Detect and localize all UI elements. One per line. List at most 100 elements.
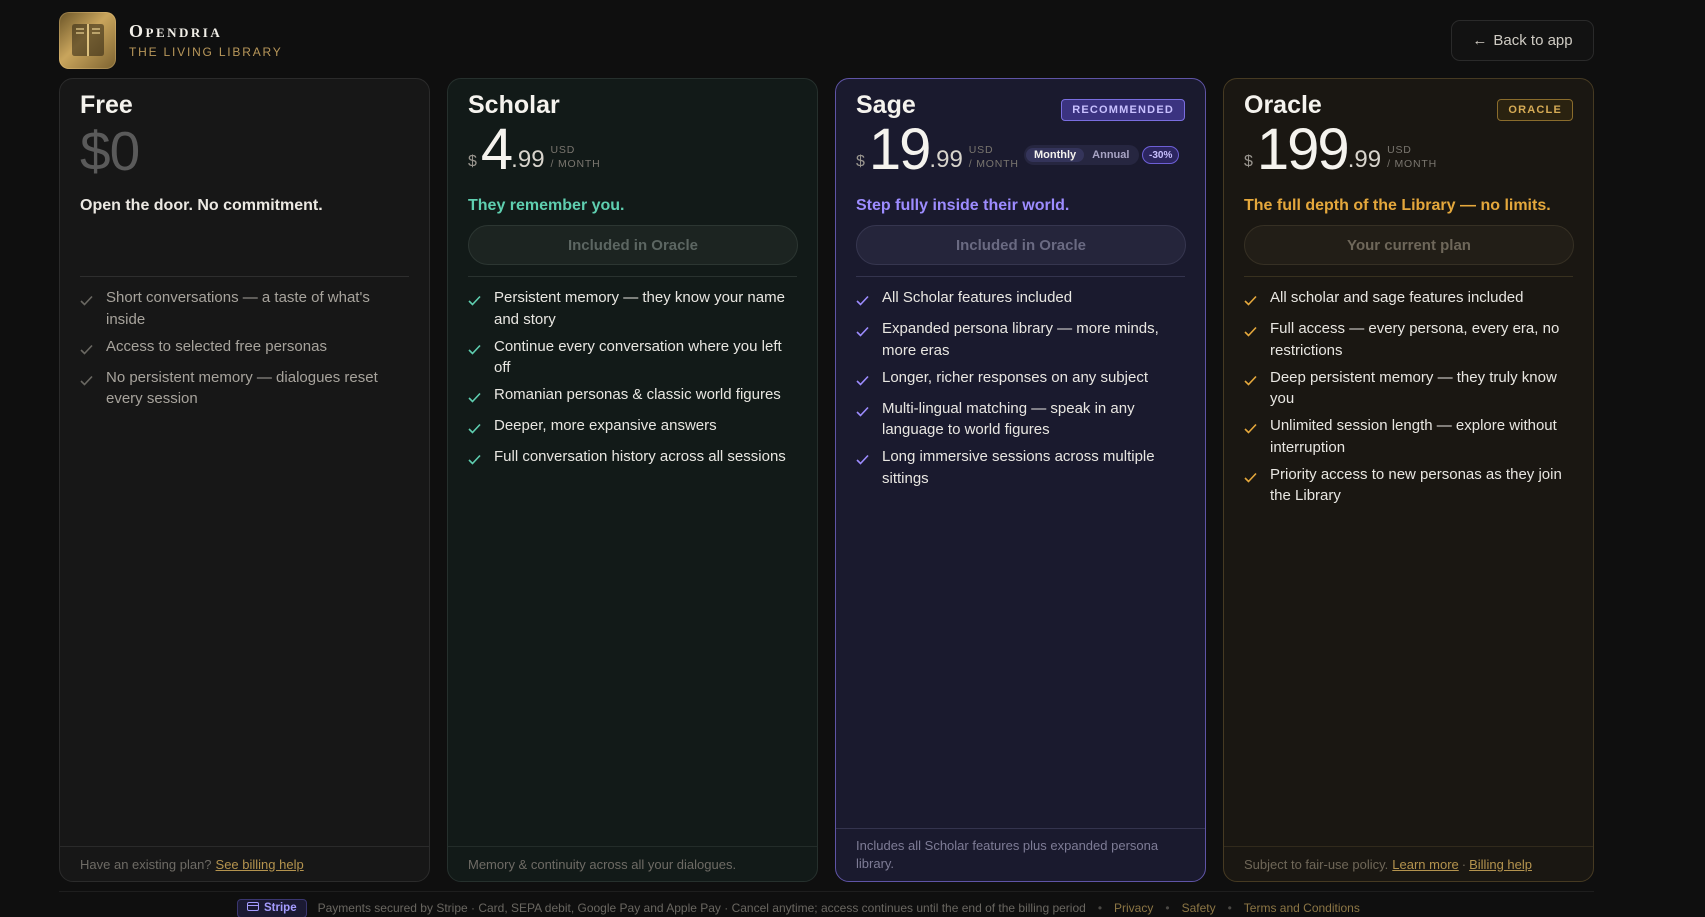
feature-item: No persistent memory — dialogues reset e… bbox=[80, 367, 413, 410]
privacy-link[interactable]: Privacy bbox=[1114, 901, 1153, 915]
feature-item: Multi-lingual matching — speak in any la… bbox=[856, 398, 1189, 441]
feature-item: Long immersive sessions across multiple … bbox=[856, 446, 1189, 489]
check-icon bbox=[856, 322, 871, 344]
footer-divider bbox=[59, 891, 1594, 892]
plan-card-oracle: Oracle ORACLE $ 199 .99 USD / MONTH The f… bbox=[1223, 78, 1594, 882]
payment-info: Payments secured by Stripe · Card, SEPA … bbox=[317, 901, 1086, 915]
page-footer: Stripe Payments secured by Stripe · Card… bbox=[237, 898, 1360, 917]
book-logo-icon bbox=[59, 11, 116, 69]
card-footer: Have an existing plan? See billing help bbox=[60, 846, 429, 881]
price-unit-currency: USD bbox=[550, 144, 576, 156]
stripe-badge: Stripe bbox=[237, 898, 307, 917]
price-unit-period: / MONTH bbox=[550, 158, 601, 170]
feature-item: Romanian personas & classic world figure… bbox=[468, 384, 801, 410]
feature-item: Longer, richer responses on any subject bbox=[856, 367, 1189, 393]
price-whole: 199 bbox=[1256, 117, 1350, 182]
plan-price: $ 4 .99 USD / MONTH bbox=[468, 121, 600, 179]
feature-list: Persistent memory — they know your name … bbox=[468, 287, 801, 477]
price-whole: 4 bbox=[480, 117, 513, 182]
check-icon bbox=[856, 402, 871, 424]
card-icon bbox=[247, 902, 259, 914]
check-icon bbox=[1244, 371, 1259, 393]
brand-tagline: THE LIVING LIBRARY bbox=[129, 45, 283, 59]
feature-item: Continue every conversation where you le… bbox=[468, 336, 801, 379]
check-icon bbox=[1244, 322, 1259, 344]
feature-item: All scholar and sage features included bbox=[1244, 287, 1577, 313]
feature-item: Deeper, more expansive answers bbox=[468, 415, 801, 441]
back-to-app-button[interactable]: ← Back to app bbox=[1451, 20, 1594, 61]
price-unit-period: / MONTH bbox=[1387, 158, 1437, 170]
footer-text: Memory & continuity across all your dial… bbox=[468, 856, 737, 872]
plan-price: $ 199 .99 USD / MONTH bbox=[1244, 121, 1437, 179]
price-currency: $ bbox=[856, 153, 865, 170]
feature-item: Persistent memory — they know your name … bbox=[468, 287, 801, 330]
back-to-app-label: Back to app bbox=[1493, 32, 1573, 49]
plan-price: $ 19 .99 USD / MONTH bbox=[856, 121, 1019, 179]
check-icon bbox=[1244, 291, 1259, 313]
feature-list: All scholar and sage features included F… bbox=[1244, 287, 1577, 512]
footer-text: Have an existing plan? bbox=[80, 856, 212, 872]
feature-item: Unlimited session length — explore witho… bbox=[1244, 415, 1577, 458]
price-currency: $ bbox=[468, 153, 477, 170]
stripe-label: Stripe bbox=[264, 902, 297, 914]
billing-help-link[interactable]: Billing help bbox=[1469, 857, 1532, 872]
price-currency: $ bbox=[1244, 153, 1253, 170]
check-icon bbox=[468, 291, 483, 313]
billing-period-toggle: Monthly Annual bbox=[1024, 145, 1140, 165]
price-whole: 19 bbox=[868, 117, 931, 182]
price-cents: .99 bbox=[511, 146, 545, 173]
billing-help-link[interactable]: See billing help bbox=[216, 857, 304, 872]
check-icon bbox=[1244, 419, 1259, 441]
plan-card-free: Free $0 Open the door. No commitment. Sh… bbox=[59, 78, 430, 882]
check-icon bbox=[80, 291, 95, 313]
terms-link[interactable]: Terms and Conditions bbox=[1244, 901, 1360, 915]
feature-item: Full access — every persona, every era, … bbox=[1244, 318, 1577, 361]
oracle-badge: ORACLE bbox=[1497, 99, 1573, 121]
feature-list: All Scholar features included Expanded p… bbox=[856, 287, 1189, 495]
brand-name: Opendria bbox=[129, 21, 223, 41]
plan-tagline: Step fully inside their world. bbox=[856, 197, 1070, 214]
check-icon bbox=[468, 450, 483, 472]
plan-card-scholar: Scholar $ 4 .99 USD / MONTH They remember… bbox=[447, 78, 818, 882]
feature-item: Priority access to new personas as they … bbox=[1244, 464, 1577, 507]
divider bbox=[856, 276, 1185, 277]
plan-price: $0 bbox=[80, 120, 140, 182]
price-cents: .99 bbox=[1347, 146, 1382, 173]
feature-item: Full conversation history across all ses… bbox=[468, 446, 801, 472]
check-icon bbox=[856, 291, 871, 313]
feature-item: Deep persistent memory — they truly know… bbox=[1244, 367, 1577, 410]
current-plan-button[interactable]: Your current plan bbox=[1244, 225, 1574, 265]
footer-text: Includes all Scholar features plus expan… bbox=[856, 838, 1159, 871]
card-footer: Subject to fair-use policy. Learn more ·… bbox=[1224, 846, 1593, 881]
plan-name: Free bbox=[80, 91, 133, 119]
price-cents: .99 bbox=[929, 146, 963, 173]
discount-badge: -30% bbox=[1142, 146, 1180, 164]
price-unit-currency: USD bbox=[968, 144, 994, 156]
learn-more-link[interactable]: Learn more bbox=[1392, 857, 1458, 872]
divider bbox=[468, 276, 797, 277]
divider bbox=[80, 276, 409, 277]
check-icon bbox=[1244, 468, 1259, 490]
check-icon bbox=[468, 388, 483, 410]
plan-action-button[interactable]: Included in Oracle bbox=[468, 225, 798, 265]
plan-card-sage: Sage RECOMMENDED $ 19 .99 USD / MONTH Mon… bbox=[835, 78, 1206, 882]
recommended-badge: RECOMMENDED bbox=[1061, 99, 1185, 121]
plan-name: Oracle bbox=[1244, 91, 1322, 119]
toggle-annual[interactable]: Annual bbox=[1084, 148, 1137, 162]
check-icon bbox=[468, 340, 483, 362]
check-icon bbox=[856, 450, 871, 472]
footer-text: Subject to fair-use policy. bbox=[1244, 856, 1389, 872]
plan-tagline: The full depth of the Library — no limit… bbox=[1244, 197, 1551, 214]
check-icon bbox=[468, 419, 483, 441]
plan-action-button[interactable]: Included in Oracle bbox=[856, 225, 1186, 265]
safety-link[interactable]: Safety bbox=[1182, 901, 1216, 915]
feature-item: All Scholar features included bbox=[856, 287, 1189, 313]
check-icon bbox=[80, 340, 95, 362]
feature-item: Expanded persona library — more minds, m… bbox=[856, 318, 1189, 361]
feature-item: Short conversations — a taste of what's … bbox=[80, 287, 413, 330]
plan-name: Sage bbox=[856, 91, 916, 119]
plan-tagline: Open the door. No commitment. bbox=[80, 197, 323, 214]
card-footer: Includes all Scholar features plus expan… bbox=[836, 828, 1205, 881]
toggle-monthly[interactable]: Monthly bbox=[1026, 148, 1085, 162]
brand-header: Opendria THE LIVING LIBRARY bbox=[59, 11, 283, 69]
